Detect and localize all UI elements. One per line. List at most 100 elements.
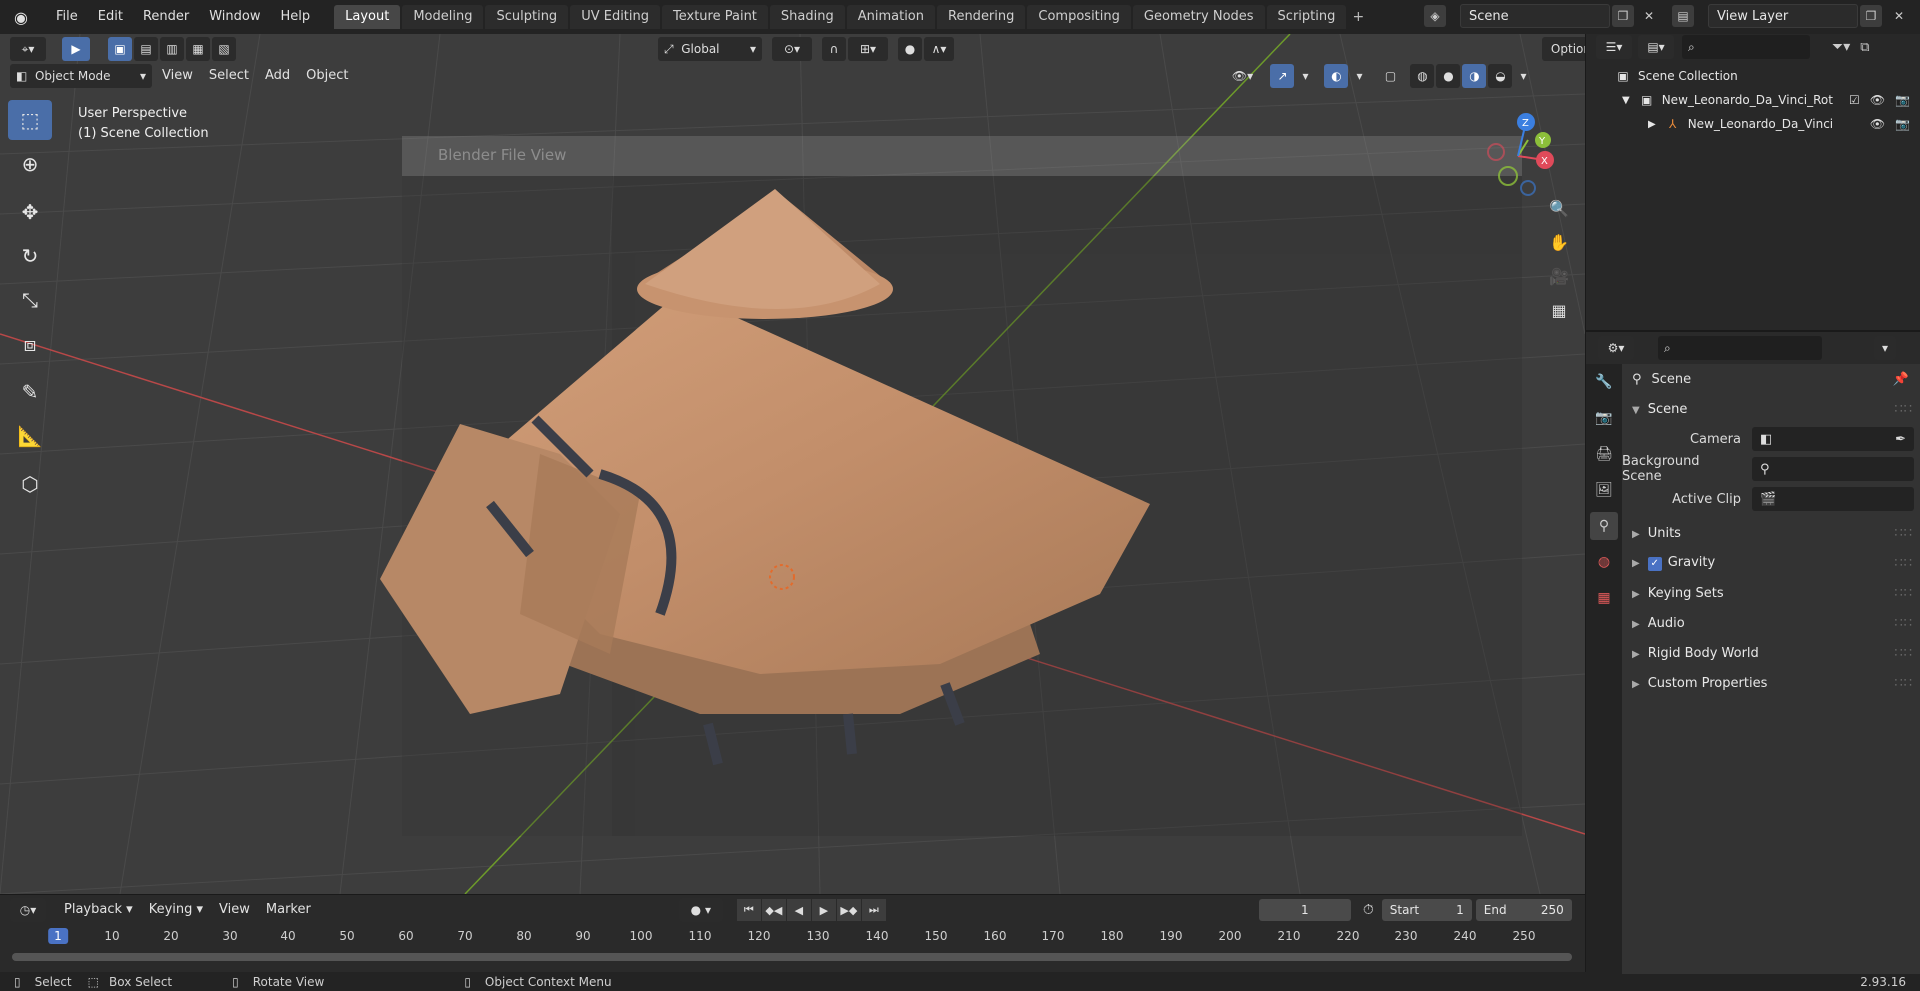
- eyedropper-icon[interactable]: ✒: [1895, 432, 1906, 447]
- timeline-menu-view[interactable]: View: [211, 899, 258, 921]
- timeline-menu-playback[interactable]: Playback ▾: [56, 899, 141, 921]
- transform-tool-icon[interactable]: ⧈: [8, 324, 52, 364]
- panel-keying-sets-header[interactable]: ▶ Keying Sets ∷∷: [1622, 578, 1920, 608]
- shading-rendered-icon[interactable]: ◒: [1488, 64, 1513, 88]
- menu-render[interactable]: Render: [133, 5, 199, 29]
- scene-close-icon[interactable]: ✕: [1638, 5, 1660, 27]
- panel-audio-header[interactable]: ▶ Audio ∷∷: [1622, 608, 1920, 638]
- panel-gravity-header[interactable]: ▶ ✓ Gravity ∷∷: [1622, 548, 1920, 578]
- view-layer-tab-icon[interactable]: 🖼: [1590, 476, 1618, 504]
- timeline-menu-marker[interactable]: Marker: [258, 899, 319, 921]
- panel-rigid-body-header[interactable]: ▶ Rigid Body World ∷∷: [1622, 638, 1920, 668]
- tab-modeling[interactable]: Modeling: [402, 5, 484, 29]
- play-icon[interactable]: ▶: [811, 899, 836, 921]
- camera-render-icon[interactable]: 📷: [1895, 93, 1910, 107]
- orientation-dropdown[interactable]: ⤢ Global ▾: [658, 37, 762, 61]
- render-tab-icon[interactable]: 📷: [1590, 404, 1618, 432]
- menu-help[interactable]: Help: [271, 5, 321, 29]
- view-layer-browse-icon[interactable]: ▤: [1672, 5, 1694, 27]
- menu-file[interactable]: File: [46, 5, 88, 29]
- scene-field[interactable]: Scene: [1460, 4, 1610, 28]
- shading-dropdown-icon[interactable]: ▾: [1514, 64, 1532, 88]
- select-tool-icon[interactable]: ▶: [62, 37, 90, 61]
- current-frame-field[interactable]: 1: [1258, 899, 1351, 921]
- blender-logo-icon[interactable]: ◉: [10, 6, 32, 28]
- tab-shading[interactable]: Shading: [769, 5, 845, 29]
- view-layer-close-icon[interactable]: ✕: [1888, 5, 1910, 27]
- properties-editor-type-icon[interactable]: ⚙▾: [1598, 336, 1634, 360]
- auto-keying-icon[interactable]: ● ▾: [678, 898, 723, 922]
- outliner-row-armature[interactable]: ▶ ⅄ New_Leonardo_Da_Vinci 👁 📷: [1586, 112, 1920, 136]
- camera-render-icon[interactable]: 📷: [1895, 117, 1910, 131]
- tab-rendering[interactable]: Rendering: [937, 5, 1026, 29]
- exclude-checkbox-icon[interactable]: ☑: [1849, 93, 1860, 107]
- drag-handle-icon[interactable]: ∷∷: [1894, 556, 1913, 571]
- proportional-falloff-icon[interactable]: ∧▾: [924, 37, 954, 61]
- active-clip-field[interactable]: 🎬: [1752, 487, 1914, 511]
- select-mode-invert-icon[interactable]: ▦: [186, 37, 210, 61]
- outliner-editor-type-icon[interactable]: ☰▾: [1596, 35, 1632, 59]
- navigation-gizmo[interactable]: Z X Y: [1470, 108, 1566, 204]
- tab-texture-paint[interactable]: Texture Paint: [662, 5, 768, 29]
- gravity-checkbox[interactable]: ✓: [1647, 557, 1662, 571]
- menu-edit[interactable]: Edit: [88, 5, 133, 29]
- tab-geometry-nodes[interactable]: Geometry Nodes: [1132, 5, 1265, 29]
- select-mode-subtract-icon[interactable]: ▥: [160, 37, 184, 61]
- editor-type-icon[interactable]: ⌖▾: [10, 37, 46, 61]
- scene-browse-icon[interactable]: ◈: [1424, 5, 1446, 27]
- outliner-row-scene-collection[interactable]: ▣ Scene Collection: [1586, 64, 1920, 88]
- scene-copy-icon[interactable]: ❐: [1612, 5, 1634, 27]
- scene-tab-icon[interactable]: ⚲: [1590, 512, 1618, 540]
- scale-tool-icon[interactable]: ⤡: [8, 280, 52, 320]
- overlay-dropdown-icon[interactable]: ▾: [1350, 64, 1368, 88]
- viewport-menu-object[interactable]: Object: [298, 65, 356, 87]
- visibility-toggle-icon[interactable]: 👁▾: [1222, 64, 1262, 88]
- new-collection-icon[interactable]: ⧉: [1860, 40, 1869, 55]
- pivot-point-icon[interactable]: ⊙▾: [772, 37, 812, 61]
- playhead-frame[interactable]: 1: [48, 928, 68, 944]
- viewport-menu-view[interactable]: View: [154, 65, 201, 87]
- drag-handle-icon[interactable]: ∷∷: [1894, 616, 1913, 631]
- timeline-menu-keying[interactable]: Keying ▾: [141, 899, 211, 921]
- end-frame-field[interactable]: End 250: [1475, 899, 1572, 921]
- timeline-scrollbar[interactable]: [12, 953, 1572, 961]
- tool-tab-icon[interactable]: 🔧: [1590, 368, 1618, 396]
- shading-wireframe-icon[interactable]: ◍: [1410, 64, 1435, 88]
- outliner-row-collection[interactable]: ▼ ▣ New_Leonardo_Da_Vinci_Rot ☑ 👁 📷: [1586, 88, 1920, 112]
- tab-compositing[interactable]: Compositing: [1027, 5, 1131, 29]
- viewport-menu-add[interactable]: Add: [257, 65, 298, 87]
- world-tab-icon[interactable]: ◍: [1590, 548, 1618, 576]
- tab-layout[interactable]: Layout: [334, 5, 401, 29]
- mode-dropdown[interactable]: ◧ Object Mode ▾: [10, 64, 152, 88]
- gizmo-dropdown-icon[interactable]: ▾: [1296, 64, 1314, 88]
- options-dropdown[interactable]: Options ▾: [1542, 37, 1585, 61]
- pin-icon[interactable]: 📌: [1893, 372, 1909, 387]
- drag-handle-icon[interactable]: ∷∷: [1894, 586, 1913, 601]
- jump-end-icon[interactable]: ⏭: [861, 899, 886, 921]
- camera-view-icon[interactable]: 🎥: [1545, 262, 1573, 290]
- panel-scene-header[interactable]: ▼ Scene ∷∷: [1622, 394, 1920, 424]
- drag-handle-icon[interactable]: ∷∷: [1894, 526, 1913, 541]
- view-layer-field[interactable]: View Layer: [1708, 4, 1858, 28]
- shading-solid-icon[interactable]: ●: [1436, 64, 1461, 88]
- background-scene-field[interactable]: ⚲: [1752, 457, 1914, 481]
- proportional-edit-icon[interactable]: ●: [898, 37, 922, 61]
- ortho-grid-icon[interactable]: ▦: [1545, 296, 1573, 324]
- tab-scripting[interactable]: Scripting: [1266, 5, 1347, 29]
- filter-icon[interactable]: ⏷▾: [1832, 39, 1850, 55]
- expand-arrow-icon[interactable]: ▶: [1648, 119, 1656, 130]
- select-mode-new-icon[interactable]: ▣: [108, 37, 132, 61]
- shading-material-icon[interactable]: ◑: [1462, 64, 1487, 88]
- move-tool-icon[interactable]: ✥: [8, 192, 52, 232]
- select-mode-extend-icon[interactable]: ▤: [134, 37, 158, 61]
- pan-hand-icon[interactable]: ✋: [1545, 228, 1573, 256]
- camera-field[interactable]: ◧ ✒: [1752, 427, 1914, 451]
- display-mode-icon[interactable]: ▤▾: [1638, 35, 1674, 59]
- eye-icon[interactable]: 👁: [1870, 117, 1885, 131]
- snap-icon[interactable]: ∩: [822, 37, 846, 61]
- next-keyframe-icon[interactable]: ▶◆: [836, 899, 861, 921]
- start-frame-field[interactable]: Start 1: [1381, 899, 1472, 921]
- tab-uv-editing[interactable]: UV Editing: [570, 5, 661, 29]
- zoom-icon[interactable]: 🔍: [1545, 194, 1573, 222]
- prev-keyframe-icon[interactable]: ◆◀: [761, 899, 786, 921]
